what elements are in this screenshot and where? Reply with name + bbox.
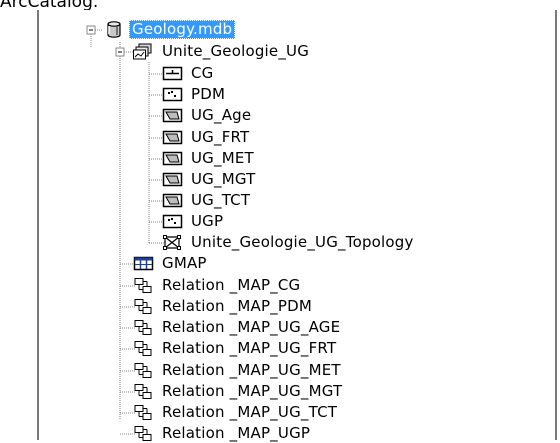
tree-node-gmap[interactable]: GMAP [133, 254, 210, 273]
tree-node-ug-met[interactable]: UG_MET [162, 149, 257, 168]
polygon-feature-class-icon [162, 150, 183, 167]
polygon-feature-class-icon [162, 129, 183, 146]
tree-node-label: CG [191, 64, 214, 82]
tree-node-relation-map-ug-tct[interactable]: Relation _MAP_UG_TCT [133, 403, 340, 422]
tree-node-relation-map-ug-age[interactable]: Relation _MAP_UG_AGE [133, 318, 343, 337]
tree-node-label: Relation _MAP_PDM [162, 297, 313, 315]
tree-node-label: PDM [191, 85, 226, 103]
tree-node-label: Relation _MAP_UG_FRT [162, 339, 337, 357]
tree-node-label: Relation _MAP_CG [162, 276, 301, 294]
relationship-class-icon [133, 425, 154, 442]
tree-node-label: UG_MGT [191, 170, 256, 188]
tree-node-ug-age[interactable]: UG_Age [162, 106, 254, 125]
tree-node-relation-map-ugp[interactable]: Relation _MAP_UGP [133, 424, 313, 443]
point-feature-class-icon [162, 86, 183, 103]
catalog-tree-panel[interactable]: Geology.mdb Unite_Geologie_UG CG PDM UG_… [37, 10, 557, 443]
tree-node-label: Geology.mdb [129, 20, 236, 39]
tree-node-ug-frt[interactable]: UG_FRT [162, 128, 252, 147]
tree-node-label: UG_FRT [191, 128, 250, 146]
tree-node-relation-map-cg[interactable]: Relation _MAP_CG [133, 276, 303, 295]
line-feature-class-icon [162, 65, 183, 82]
tree-node-unite-geologie-ug[interactable]: Unite_Geologie_UG [133, 42, 312, 61]
polygon-feature-class-icon [162, 171, 183, 188]
tree-node-relation-map-pdm[interactable]: Relation _MAP_PDM [133, 297, 315, 316]
collapse-root-button[interactable] [86, 25, 96, 35]
tree-node-label: Relation _MAP_UG_TCT [162, 403, 338, 421]
tree-node-ugp[interactable]: UGP [162, 212, 226, 231]
relationship-class-icon [133, 298, 154, 315]
polygon-feature-class-icon [162, 107, 183, 124]
tree-node-label: UGP [191, 212, 224, 230]
relationship-class-icon [133, 319, 154, 336]
database-icon [103, 21, 124, 38]
tree-node-label: Unite_Geologie_UG [162, 42, 310, 60]
topology-icon [162, 234, 183, 251]
tree-node-label: UG_MET [191, 149, 254, 167]
tree-node-label: Relation _MAP_UGP [162, 424, 311, 442]
tree-node-relation-map-ug-met[interactable]: Relation _MAP_UG_MET [133, 361, 344, 380]
tree-node-ug-tct[interactable]: UG_TCT [162, 191, 253, 210]
feature-dataset-icon [133, 43, 154, 60]
tree-node-label: Relation _MAP_UG_MGT [162, 382, 343, 400]
relationship-class-icon [133, 277, 154, 294]
tree-node-label: UG_Age [191, 106, 252, 124]
tree-node-label: Relation _MAP_UG_MET [162, 361, 341, 379]
relationship-class-icon [133, 340, 154, 357]
tree-node-label: Relation _MAP_UG_AGE [162, 318, 341, 336]
relationship-class-icon [133, 362, 154, 379]
tree-node-label: Unite_Geologie_UG_Topology [191, 233, 414, 251]
tree-node-relation-map-ug-frt[interactable]: Relation _MAP_UG_FRT [133, 339, 339, 358]
table-icon [133, 255, 154, 272]
point-feature-class-icon [162, 213, 183, 230]
tree-node-geology-mdb[interactable]: Geology.mdb [103, 20, 236, 39]
tree-node-ug-mgt[interactable]: UG_MGT [162, 170, 259, 189]
tree-node-cg[interactable]: CG [162, 64, 217, 83]
polygon-feature-class-icon [162, 192, 183, 209]
tree-node-label: GMAP [162, 254, 207, 272]
tree-node-pdm[interactable]: PDM [162, 85, 228, 104]
tree-node-label: UG_TCT [191, 191, 251, 209]
collapse-dataset-button[interactable] [115, 47, 125, 57]
relationship-class-icon [133, 404, 154, 421]
tree-node-unite-geologie-ug-topology[interactable]: Unite_Geologie_UG_Topology [162, 233, 417, 252]
relationship-class-icon [133, 383, 154, 400]
tree-node-relation-map-ug-mgt[interactable]: Relation _MAP_UG_MGT [133, 382, 345, 401]
